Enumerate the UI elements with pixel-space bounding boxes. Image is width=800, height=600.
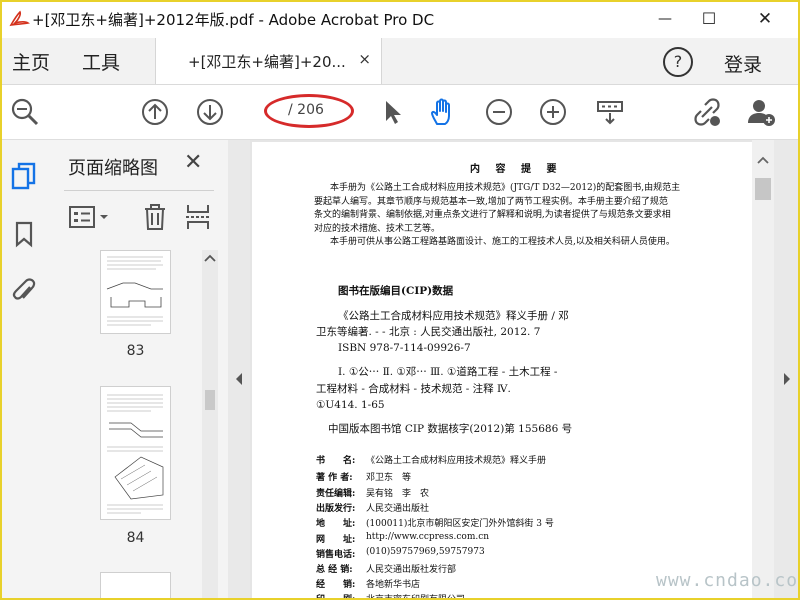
cip-record: 中国版本图书馆 CIP 数据核字(2012)第 155686 号 xyxy=(328,423,573,435)
add-user-icon[interactable] xyxy=(746,97,776,127)
maximize-button[interactable]: ☐ xyxy=(694,6,724,32)
info-value: 人民交通出版社发行部 xyxy=(366,565,457,575)
bookmarks-icon[interactable] xyxy=(10,220,38,248)
zoom-out-icon[interactable] xyxy=(484,97,514,127)
tab-tools[interactable]: 工具 xyxy=(82,48,120,75)
login-button[interactable]: 登录 xyxy=(724,50,762,77)
tab-document[interactable]: +[邓卫东+编著]+20... × xyxy=(155,38,382,84)
thumbnail-label: 84 xyxy=(126,530,145,546)
panel-title: 页面缩略图 xyxy=(68,158,158,179)
window-title: +[邓卫东+编著]+2012年版.pdf - Adobe Acrobat Pro… xyxy=(32,11,435,29)
cip-line: 《公路土工合成材料应用技术规范》释义手册 / 邓 xyxy=(338,310,569,322)
info-key: 出版发行: xyxy=(316,504,356,514)
info-key: 网 址: xyxy=(316,535,356,545)
expand-right-pane-arrow-icon[interactable] xyxy=(782,372,792,386)
thumbnail-page-85[interactable] xyxy=(100,572,171,600)
info-value: (010)59757969,59757973 xyxy=(366,547,485,557)
watermark-text: www.cndao.com xyxy=(656,570,800,591)
info-value: 北京市密东印刷有限公司 xyxy=(366,595,466,600)
info-value: (100011)北京市朝阳区安定门外外馆斜街 3 号 xyxy=(366,519,554,529)
scroll-up-arrow-icon[interactable] xyxy=(202,251,218,265)
document-scrollbar[interactable] xyxy=(752,140,774,600)
next-page-icon[interactable] xyxy=(195,97,225,127)
document-scrollbar-thumb[interactable] xyxy=(755,178,771,200)
thumbnail-label: 83 xyxy=(126,343,145,359)
close-panel-button[interactable]: ✕ xyxy=(184,150,202,175)
zoom-in-icon[interactable] xyxy=(538,97,568,127)
summary-line: 条文的编制背景、编制依据,对重点条文进行了解释和说明,为读者提供了与规范条文要求… xyxy=(314,210,671,220)
info-value: 吴有铭 李 农 xyxy=(366,489,430,499)
cip-line: 工程材料 - 合成材料 - 技术规范 - 注释 Ⅳ. xyxy=(316,383,511,395)
thumbnail-options-icon[interactable] xyxy=(68,202,112,232)
pdf-page: 内 容 提 要 本手册为《公路土工合成材料应用技术规范》(JTG/T D32—2… xyxy=(252,142,764,600)
summary-line: 本手册为《公路土工合成材料应用技术规范》(JTG/T D32—2012)的配套图… xyxy=(330,183,681,193)
summary-line: 本手册可供从事公路工程路基路面设计、施工的工程技术人员,以及相关科研人员使用。 xyxy=(330,237,675,247)
info-key: 书 名: xyxy=(316,456,356,466)
toolbar: / 206 xyxy=(0,85,800,140)
close-window-button[interactable]: ✕ xyxy=(750,6,780,32)
info-key: 经 销: xyxy=(316,580,356,590)
thumbnails-panel: 页面缩略图 ✕ 83 84 xyxy=(50,140,228,600)
share-link-icon[interactable] xyxy=(692,97,722,127)
zoom-out-search-icon[interactable] xyxy=(10,97,40,127)
panel-divider xyxy=(64,190,214,191)
left-nav-rail xyxy=(0,140,51,600)
thumbnail-page-83-preview xyxy=(106,256,163,326)
info-value: 《公路土工合成材料应用技术规范》释义手册 xyxy=(366,456,547,466)
thumbnail-page-84-preview xyxy=(107,394,164,514)
page-heading: 内 容 提 要 xyxy=(470,164,563,175)
summary-line: 要起草人编写。其章节顺序与规范基本一致,增加了两节工程实例。本手册主要介绍了规范 xyxy=(314,196,668,207)
cip-title: 图书在版编目(CIP)数据 xyxy=(338,285,454,297)
doc-scroll-up-icon[interactable] xyxy=(752,152,774,168)
info-key: 著 作 者: xyxy=(316,473,353,483)
delete-page-icon[interactable] xyxy=(142,202,168,232)
panel-splitter[interactable] xyxy=(228,140,250,600)
info-key: 责任编辑: xyxy=(316,489,356,499)
extract-page-icon[interactable] xyxy=(184,202,212,232)
info-key: 地 址: xyxy=(316,519,356,529)
thumbnail-page-84[interactable] xyxy=(100,386,171,520)
info-key: 销售电话: xyxy=(316,550,356,560)
info-key: 印 刷: xyxy=(316,595,356,600)
info-value: http://www.ccpress.com.cn xyxy=(366,532,490,542)
collapse-panel-arrow-icon[interactable] xyxy=(234,372,244,386)
document-view: 内 容 提 要 本手册为《公路土工合成材料应用技术规范》(JTG/T D32—2… xyxy=(250,140,780,600)
thumbnail-scrollbar[interactable] xyxy=(202,250,218,600)
title-bar: +[邓卫东+编著]+2012年版.pdf - Adobe Acrobat Pro… xyxy=(0,0,800,38)
hand-tool-icon[interactable] xyxy=(428,97,458,127)
summary-line: 对应的技术措施、技术工艺等。 xyxy=(314,223,441,234)
attachments-icon[interactable] xyxy=(10,277,38,305)
info-value: 各地新华书店 xyxy=(366,580,421,590)
highlight-oval xyxy=(264,94,354,128)
cip-line: ISBN 978-7-114-09926-7 xyxy=(338,342,471,354)
tab-home[interactable]: 主页 xyxy=(12,48,50,75)
info-value: 人民交通出版社 xyxy=(366,504,430,514)
thumbnail-page-83[interactable] xyxy=(100,250,171,334)
minimize-button[interactable]: — xyxy=(650,6,680,32)
document-tab-label: +[邓卫东+编著]+20... xyxy=(188,53,346,71)
right-pane-collapsed xyxy=(774,140,800,600)
info-key: 总 经 销: xyxy=(316,565,353,575)
page-thumbnails-icon[interactable] xyxy=(10,162,38,190)
close-tab-button[interactable]: × xyxy=(358,50,371,68)
previous-page-icon[interactable] xyxy=(140,97,170,127)
scroll-mode-icon[interactable] xyxy=(595,97,625,127)
help-button[interactable]: ? xyxy=(663,47,693,77)
cip-line: Ⅰ. ①公⋯ Ⅱ. ①邓⋯ Ⅲ. ①道路工程 - 土木工程 - xyxy=(338,366,558,378)
tab-bar: 主页 工具 +[邓卫东+编著]+20... × ? 登录 xyxy=(0,38,800,85)
acrobat-app-icon xyxy=(9,10,30,27)
info-value: 邓卫东 等 xyxy=(366,473,412,483)
scrollbar-thumb[interactable] xyxy=(205,390,215,410)
select-cursor-icon[interactable] xyxy=(378,97,408,127)
cip-line: 卫东等编著. - - 北京 : 人民交通出版社, 2012. 7 xyxy=(316,326,541,338)
cip-line: ①U414. 1-65 xyxy=(316,399,385,411)
